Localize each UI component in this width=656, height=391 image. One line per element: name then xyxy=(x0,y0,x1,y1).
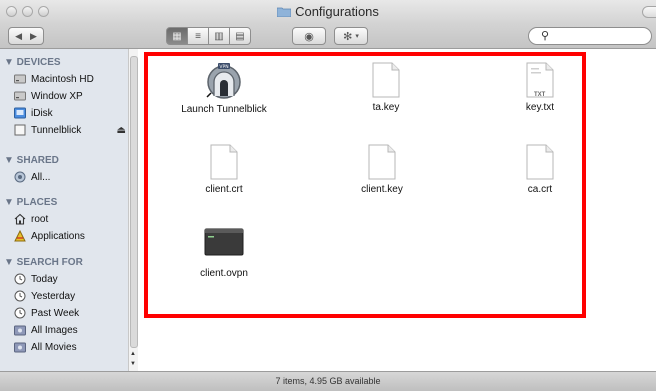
sidebar-item-window-xp[interactable]: Window XP xyxy=(14,90,83,102)
sidebar-scrollbar[interactable]: ▲ ▼ xyxy=(128,49,138,371)
sidebar-section-devices[interactable]: ▼ DEVICES xyxy=(4,57,61,68)
eye-icon: ◉ xyxy=(304,30,314,43)
view-icons-button[interactable]: ▦ xyxy=(166,27,188,45)
window-title-container: Configurations xyxy=(0,4,656,19)
view-coverflow-button[interactable]: ▤ xyxy=(229,27,251,45)
hard-drive-icon xyxy=(14,91,26,101)
sidebar-item-label: All Movies xyxy=(31,341,77,353)
sidebar-item-macintosh-hd[interactable]: Macintosh HD xyxy=(14,73,94,85)
toolbar-toggle-button[interactable] xyxy=(642,6,656,18)
sidebar-item-label: Applications xyxy=(31,230,85,242)
sidebar-section-shared[interactable]: ▼ SHARED xyxy=(4,155,59,166)
highlight-rectangle xyxy=(144,52,586,318)
forward-arrow-icon[interactable]: ▶ xyxy=(30,31,37,42)
applications-icon xyxy=(14,230,26,242)
sidebar-item-applications[interactable]: Applications xyxy=(14,230,85,242)
column-view-icon: ▥ xyxy=(214,30,224,42)
eject-icon[interactable]: ⏏ xyxy=(117,125,126,136)
sidebar-item-past-week[interactable]: Past Week xyxy=(14,307,79,319)
folder-icon xyxy=(277,7,292,17)
sidebar-item-label: All Images xyxy=(31,324,78,336)
sidebar: ▼ DEVICES Macintosh HD Window XP iDisk T… xyxy=(0,49,132,371)
sidebar-item-label: Tunnelblick xyxy=(31,124,82,136)
list-view-icon: ≡ xyxy=(195,30,201,42)
search-icon: ⚲ xyxy=(541,30,550,42)
sidebar-item-yesterday[interactable]: Yesterday xyxy=(14,290,75,302)
clock-icon xyxy=(14,290,26,302)
sidebar-item-label: All... xyxy=(31,171,51,183)
disk-image-icon xyxy=(14,124,26,136)
finder-window: Configurations ◀ ▶ ▦ ≡ ▥ ▤ ◉ ✻ ▾ ⚲ ▼ DEV… xyxy=(0,0,656,391)
sidebar-item-label: Past Week xyxy=(31,307,80,319)
network-icon xyxy=(14,171,26,183)
sidebar-item-label: Macintosh HD xyxy=(31,73,94,85)
sidebar-item-tunnelblick[interactable]: Tunnelblick ⏏ xyxy=(14,124,126,136)
sidebar-item-root[interactable]: root xyxy=(14,213,48,225)
sidebar-item-label: root xyxy=(31,213,49,225)
sidebar-item-today[interactable]: Today xyxy=(14,273,58,285)
search-field[interactable]: ⚲ xyxy=(528,27,652,45)
window-title: Configurations xyxy=(295,4,379,19)
sidebar-section-places[interactable]: ▼ PLACES xyxy=(4,197,57,208)
coverflow-view-icon: ▤ xyxy=(235,30,245,42)
home-icon xyxy=(14,213,26,225)
quick-look-button[interactable]: ◉ xyxy=(292,27,326,45)
scroll-down-arrow-icon[interactable]: ▼ xyxy=(130,361,136,367)
status-bar: 7 items, 4.95 GB available xyxy=(0,371,656,391)
back-forward-control: ◀ ▶ xyxy=(8,27,44,45)
action-menu-button[interactable]: ✻ ▾ xyxy=(334,27,368,45)
smart-folder-icon xyxy=(14,342,26,353)
sidebar-item-all-images[interactable]: All Images xyxy=(14,324,78,336)
sidebar-item-idisk[interactable]: iDisk xyxy=(14,107,53,119)
icon-view-icon: ▦ xyxy=(172,30,182,42)
smart-folder-icon xyxy=(14,325,26,336)
view-list-button[interactable]: ≡ xyxy=(187,27,209,45)
sidebar-item-all-movies[interactable]: All Movies xyxy=(14,341,77,353)
sidebar-item-label: Yesterday xyxy=(31,290,76,302)
clock-icon xyxy=(14,273,26,285)
scroll-up-arrow-icon[interactable]: ▲ xyxy=(130,351,136,357)
chevron-down-icon: ▾ xyxy=(355,33,359,40)
sidebar-item-label: Window XP xyxy=(31,90,83,102)
sidebar-scrollbar-thumb[interactable] xyxy=(130,56,138,348)
back-arrow-icon[interactable]: ◀ xyxy=(15,31,22,42)
toolbar: ◀ ▶ ▦ ≡ ▥ ▤ ◉ ✻ ▾ ⚲ xyxy=(0,24,656,49)
title-bar: Configurations xyxy=(0,0,656,24)
sidebar-item-label: iDisk xyxy=(31,107,53,119)
sidebar-item-label: Today xyxy=(31,273,58,285)
view-columns-button[interactable]: ▥ xyxy=(208,27,230,45)
idisk-icon xyxy=(14,107,26,119)
clock-icon xyxy=(14,307,26,319)
sidebar-item-all-shared[interactable]: All... xyxy=(14,171,50,183)
gear-icon: ✻ xyxy=(343,30,353,43)
hard-drive-icon xyxy=(14,74,26,84)
sidebar-section-search-for[interactable]: ▼ SEARCH FOR xyxy=(4,257,83,268)
